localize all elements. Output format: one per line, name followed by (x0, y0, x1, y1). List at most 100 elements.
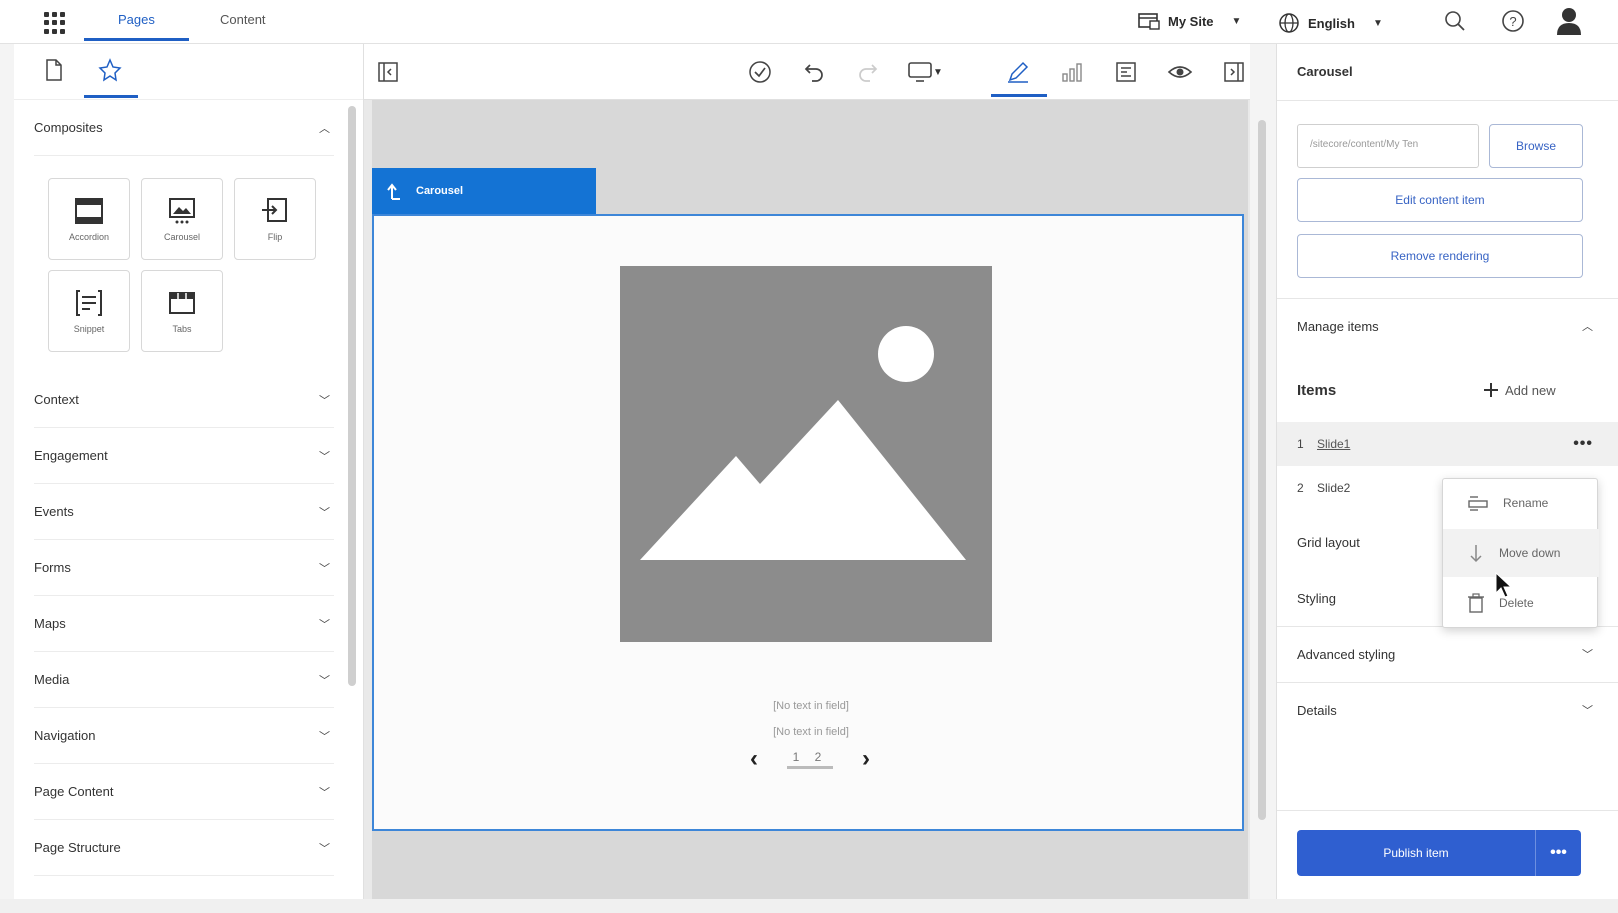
menu-item-move-down[interactable]: Move down (1443, 529, 1599, 577)
section-forms[interactable]: Forms ﹀ (34, 540, 334, 596)
bottom-edge (0, 899, 1618, 913)
panel-title: Carousel (1297, 64, 1353, 79)
page-icon[interactable] (44, 58, 68, 82)
more-options-icon[interactable]: ••• (1573, 435, 1593, 453)
components-icon[interactable] (98, 58, 122, 82)
component-tabs[interactable]: Tabs (141, 270, 223, 352)
section-details[interactable]: Details ﹀ (1297, 690, 1597, 730)
components-panel: Composites ︿ Accordion Carousel Flip Sni… (14, 44, 364, 899)
preview-eye-icon[interactable] (1166, 58, 1194, 86)
menu-item-delete[interactable]: Delete (1443, 579, 1599, 627)
properties-panel: Carousel /sitecore/content/My Ten Browse… (1276, 44, 1618, 899)
accordion-icon (75, 198, 103, 224)
component-snippet[interactable]: Snippet (48, 270, 130, 352)
section-advanced-styling[interactable]: Advanced styling ﹀ (1297, 634, 1597, 674)
component-carousel[interactable]: Carousel (141, 178, 223, 260)
canvas-scrollbar[interactable] (1258, 120, 1266, 820)
language-selector[interactable]: English ▼ (1278, 12, 1383, 34)
left-panel-tabs (14, 44, 363, 100)
section-label: Manage items (1297, 318, 1379, 334)
carousel-rendering[interactable]: [No text in field] [No text in field] ‹ … (372, 214, 1244, 831)
divider (1277, 100, 1618, 101)
slide-page-numbers[interactable]: 1 2 (786, 750, 834, 769)
section-label: Styling (1297, 590, 1337, 606)
rendering-chip-label: Carousel (416, 185, 464, 197)
section-page-structure[interactable]: Page Structure ﹀ (34, 820, 334, 876)
datasource-path-input[interactable]: /sitecore/content/My Ten (1297, 124, 1479, 168)
section-page-content[interactable]: Page Content ﹀ (34, 764, 334, 820)
chevron-down-icon: ▼ (1372, 17, 1383, 29)
redo-icon[interactable] (854, 58, 882, 86)
site-selector[interactable]: My Site ▼ (1138, 12, 1241, 30)
chevron-down-icon: ﹀ (319, 842, 330, 855)
help-icon[interactable]: ? (1500, 8, 1526, 34)
user-avatar-icon[interactable] (1556, 8, 1582, 35)
language-selector-label: English (1308, 15, 1355, 31)
component-label: Flip (267, 232, 283, 242)
items-heading: Items (1297, 382, 1337, 399)
browse-button[interactable]: Browse (1489, 124, 1583, 168)
rendering-chip[interactable]: Carousel (372, 168, 596, 214)
divider (1277, 682, 1618, 683)
details-panel-icon[interactable] (1112, 58, 1140, 86)
section-label: Maps (34, 616, 66, 631)
chevron-down-icon: ﹀ (1582, 649, 1593, 661)
list-item[interactable]: 1 Slide1 ••• (1277, 422, 1618, 466)
divider (1277, 298, 1618, 299)
remove-rendering-button[interactable]: Remove rendering (1297, 234, 1583, 278)
image-placeholder[interactable] (620, 266, 992, 642)
publish-item-button[interactable]: Publish item ••• (1297, 830, 1581, 876)
section-maps[interactable]: Maps ﹀ (34, 596, 334, 652)
tab-pages[interactable]: Pages (118, 12, 155, 27)
publish-more-options-icon[interactable]: ••• (1535, 830, 1581, 876)
divider (1277, 810, 1618, 811)
check-icon[interactable] (746, 58, 774, 86)
component-flip[interactable]: Flip (234, 178, 316, 260)
chevron-down-icon[interactable]: ▼ (928, 58, 948, 86)
section-events[interactable]: Events ﹀ (34, 484, 334, 540)
item-name[interactable]: Slide1 (1317, 437, 1350, 451)
empty-field-text[interactable]: [No text in field] (374, 726, 1248, 738)
section-engagement[interactable]: Engagement ﹀ (34, 428, 334, 484)
collapse-right-panel-icon[interactable] (1220, 58, 1248, 86)
add-new-button[interactable]: Add new (1483, 382, 1556, 398)
chevron-down-icon: ﹀ (319, 394, 330, 407)
empty-field-text[interactable]: [No text in field] (374, 700, 1248, 712)
tab-content[interactable]: Content (220, 12, 266, 27)
section-context[interactable]: Context ﹀ (34, 372, 334, 428)
section-manage-items[interactable]: Manage items ︿ (1297, 306, 1597, 346)
left-panel-scrollbar[interactable] (348, 106, 356, 686)
menu-item-rename[interactable]: Rename (1443, 479, 1599, 527)
chevron-down-icon: ﹀ (319, 450, 330, 463)
select-parent-icon (387, 183, 400, 200)
section-media[interactable]: Media ﹀ (34, 652, 334, 708)
active-mode-indicator (991, 94, 1047, 97)
section-composites[interactable]: Composites ︿ (34, 100, 334, 156)
previous-slide-icon[interactable]: ‹ (750, 747, 758, 771)
item-name[interactable]: Slide2 (1317, 481, 1350, 495)
chevron-down-icon: ﹀ (319, 562, 330, 575)
collapse-left-panel-icon[interactable] (374, 58, 402, 86)
edit-content-item-button[interactable]: Edit content item (1297, 178, 1583, 222)
publish-label: Publish item (1383, 846, 1449, 860)
item-number: 1 (1297, 437, 1304, 451)
chevron-down-icon: ﹀ (1582, 705, 1593, 717)
chevron-down-icon: ﹀ (319, 618, 330, 631)
section-navigation[interactable]: Navigation ﹀ (34, 708, 334, 764)
search-icon[interactable] (1442, 8, 1468, 34)
section-label: Details (1297, 702, 1337, 718)
undo-icon[interactable] (800, 58, 828, 86)
edit-pencil-icon[interactable] (1004, 58, 1032, 86)
chevron-down-icon: ﹀ (319, 674, 330, 687)
site-selector-label: My Site (1168, 13, 1214, 29)
next-slide-icon[interactable]: › (862, 747, 870, 771)
analytics-icon[interactable] (1058, 58, 1086, 86)
component-label: Carousel (163, 232, 201, 242)
component-label: Accordion (68, 232, 110, 242)
component-accordion[interactable]: Accordion (48, 178, 130, 260)
trash-icon (1468, 593, 1484, 613)
carousel-pager: ‹ 1 2 › (750, 744, 870, 774)
editor-toolbar: ▼ (364, 44, 1250, 100)
apps-grid-icon[interactable] (44, 12, 66, 34)
top-bar: Pages Content My Site ▼ English ▼ ? (0, 0, 1618, 44)
